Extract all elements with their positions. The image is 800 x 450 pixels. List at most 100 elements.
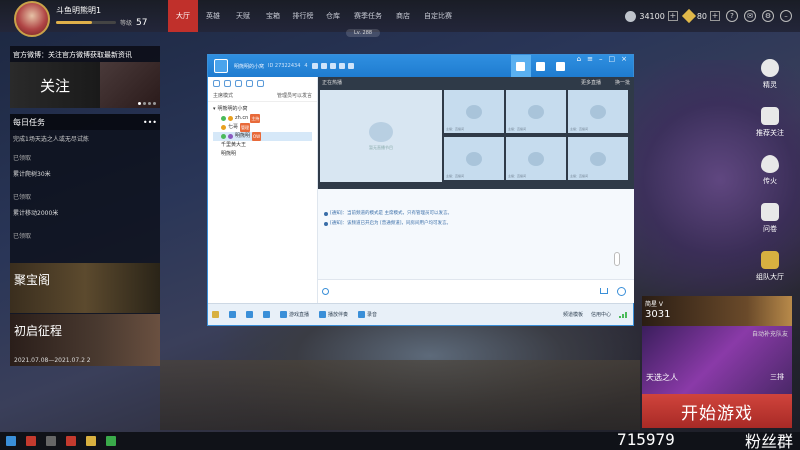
nav-leaderboard[interactable]: 排行榜 — [288, 0, 318, 32]
app-taskbar-icon[interactable] — [46, 436, 56, 446]
emoji-icon[interactable] — [617, 287, 626, 296]
mic-settings[interactable] — [246, 311, 253, 318]
app-taskbar-icon[interactable] — [106, 436, 116, 446]
mixer-button[interactable] — [263, 311, 270, 318]
gift-icon[interactable] — [329, 63, 336, 69]
member-name: 七哥 — [228, 124, 239, 130]
game-stream-button[interactable]: 游戏直播 — [280, 311, 309, 318]
stream-thumbnail[interactable]: 主播：直播间 — [568, 137, 628, 180]
close-window-button[interactable]: × — [621, 55, 627, 77]
location-icon[interactable] — [235, 80, 242, 87]
tab-game[interactable] — [551, 55, 571, 77]
nav-season-tasks[interactable]: 赛季任务 — [348, 0, 388, 32]
sliders-icon — [263, 311, 270, 318]
shield-icon[interactable] — [347, 63, 354, 69]
nav-shop[interactable]: 商店 — [388, 0, 418, 32]
task-item: 已领取 累计爬树30米 — [10, 147, 160, 178]
play-accompaniment-button[interactable]: 播放伴奏 — [319, 311, 348, 318]
menu-recommend[interactable]: 推荐关注 — [748, 98, 792, 146]
menu-team-hall[interactable]: 组队大厅 — [748, 242, 792, 290]
add-coins-button[interactable]: + — [667, 11, 678, 21]
rank-panel[interactable]: 简星 V 3031 — [642, 296, 792, 326]
mode-select-panel[interactable]: 自动补充队友 天选之人 三排 — [642, 326, 792, 394]
journey-event-card[interactable]: 初启征程 2021.07.08—2021.07.2 2 — [10, 314, 160, 366]
menu-icon[interactable]: ≡ — [587, 55, 593, 77]
list-icon[interactable] — [213, 80, 220, 87]
menu-sprite[interactable]: 精灵 — [748, 50, 792, 98]
record-button[interactable]: 录音 — [358, 311, 377, 318]
settings-icon[interactable]: ⚙ — [762, 10, 774, 22]
credit-center-button[interactable]: 信用中心 — [591, 311, 611, 318]
star-icon[interactable] — [311, 63, 318, 69]
font-icon[interactable] — [322, 288, 329, 295]
help-icon[interactable]: ? — [726, 10, 738, 22]
more-streams-link[interactable]: 更多直播 — [581, 79, 601, 86]
message-input[interactable] — [318, 252, 634, 303]
app-taskbar-icon[interactable] — [66, 436, 76, 446]
menu-torch[interactable]: 传火 — [748, 146, 792, 194]
stream-thumbnail[interactable]: 主播：直播间 — [568, 90, 628, 133]
stream-caption: 主播：直播间 — [446, 127, 465, 131]
tab-video[interactable] — [531, 55, 551, 77]
pin-icon[interactable]: ⌂ — [577, 55, 581, 77]
send-icon[interactable] — [600, 288, 608, 294]
coin-value: 34100 — [639, 11, 665, 21]
member-item[interactable]: 七哥 管理 — [213, 123, 312, 132]
nav-warehouse[interactable]: 仓库 — [318, 0, 348, 32]
nav-chest[interactable]: 宝箱 — [258, 0, 288, 32]
team-size[interactable]: 三排 — [770, 372, 784, 382]
tree-root[interactable]: ▾ 明熊明的小窝 — [213, 105, 312, 114]
chevron-down-icon[interactable] — [338, 63, 345, 69]
refresh-streams-link[interactable]: 换一批 — [615, 79, 630, 86]
search-icon[interactable] — [257, 80, 264, 87]
treasure-pavilion-card[interactable]: 聚宝阁 — [10, 263, 160, 313]
mail-icon[interactable]: ✉ — [744, 10, 756, 22]
member-item[interactable]: zh.cn 主持 — [213, 114, 312, 123]
chrome-icon[interactable] — [26, 436, 36, 446]
app-icon-button[interactable] — [212, 311, 219, 318]
minimize-window-button[interactable]: – — [599, 55, 603, 77]
auto-fill-toggle[interactable]: 自动补充队友 — [752, 329, 788, 338]
nav-custom-match[interactable]: 自定比赛 — [418, 0, 458, 32]
daily-tasks-title: 每日任务 — [13, 117, 45, 127]
stream-thumbnail[interactable]: 主播：直播间 — [506, 90, 566, 133]
mic-toggle[interactable] — [229, 311, 236, 318]
settings-small-icon[interactable] — [224, 80, 231, 87]
member-item[interactable]: 明熊明 OW — [213, 132, 312, 141]
featured-stream[interactable]: 暂无直播节目 — [320, 90, 442, 182]
share-icon[interactable] — [320, 63, 327, 69]
system-message: [通知]：该频道已开启为 [普通频道]，同房间用户均可发言。 — [324, 219, 628, 229]
speaking-mode-select[interactable]: 主席模式 — [213, 92, 233, 99]
add-gems-button[interactable]: + — [710, 11, 720, 21]
app-taskbar-icon[interactable] — [86, 436, 96, 446]
carousel-dots[interactable] — [138, 102, 156, 105]
flag-icon[interactable] — [246, 80, 253, 87]
tab-home[interactable] — [510, 55, 531, 77]
start-game-button[interactable]: 开始游戏 — [642, 394, 792, 428]
stream-thumbnail[interactable]: 主播：直播间 — [444, 90, 504, 133]
stream-thumbnail[interactable]: 主播：直播间 — [506, 137, 566, 180]
task-status: 已领取 — [13, 194, 32, 201]
member-item[interactable]: 千里黄大王 — [213, 141, 312, 150]
hot-streams-panel: 正在热播 更多直播 换一批 暂无直播节目 主播：直播间 主播：直播间 主播：直播… — [318, 77, 634, 189]
app-icon — [212, 311, 219, 318]
user-profile[interactable]: 斗鱼明熊明1 等级 57 — [0, 0, 168, 37]
level-value: 57 — [136, 17, 148, 28]
home-icon[interactable] — [214, 59, 228, 73]
channel-template-button[interactable]: 频道模板 — [563, 311, 583, 318]
member-item[interactable]: 明熊明 — [213, 150, 312, 159]
nav-heroes[interactable]: 英雄 — [198, 0, 228, 32]
maximize-window-button[interactable]: □ — [609, 55, 616, 77]
level-row: 等级 57 — [56, 18, 168, 28]
nav-talent[interactable]: 天赋 — [228, 0, 258, 32]
menu-survey[interactable]: 问卷 — [748, 194, 792, 242]
weibo-banner[interactable]: 关注 — [10, 62, 160, 108]
stream-caption: 主播：直播间 — [508, 127, 527, 131]
avatar[interactable] — [14, 1, 50, 37]
daily-tasks-more-button[interactable]: ••• — [143, 118, 157, 127]
windows-start-icon[interactable] — [6, 436, 16, 446]
volume-slider[interactable] — [614, 252, 620, 266]
nav-lobby[interactable]: 大厅 — [168, 0, 198, 32]
minimize-icon[interactable]: – — [780, 10, 792, 22]
stream-thumbnail[interactable]: 主播：直播间 — [444, 137, 504, 180]
